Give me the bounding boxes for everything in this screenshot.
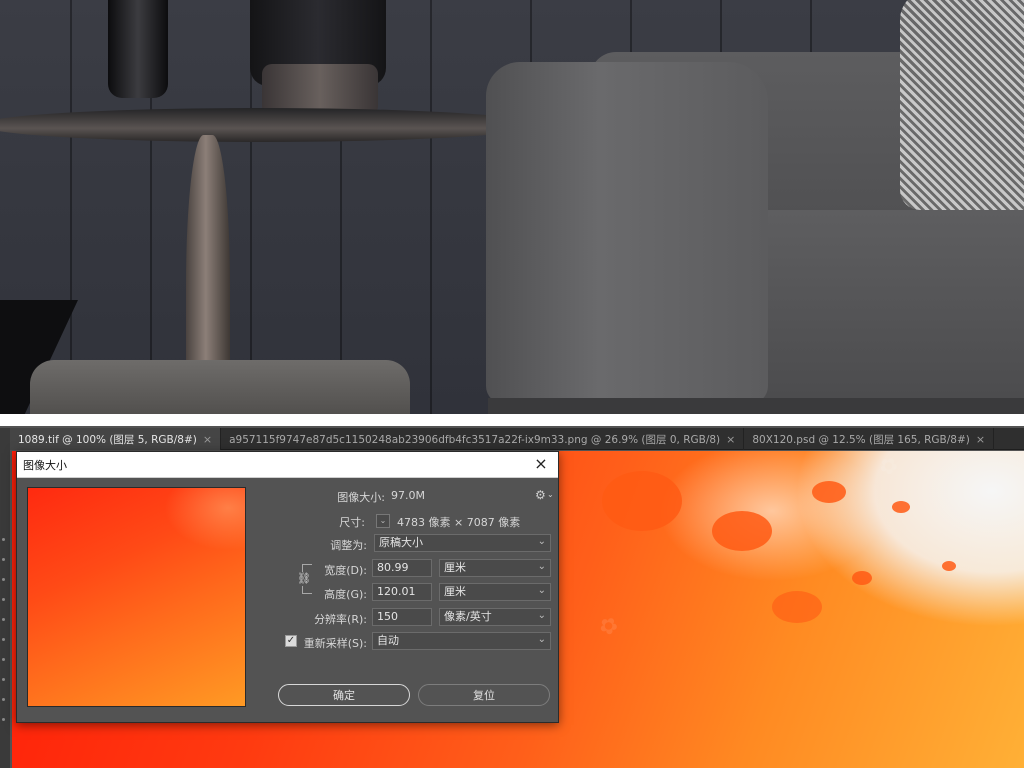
- dimensions-label: 尺寸:: [339, 516, 365, 529]
- dimensions-unit-dropdown[interactable]: ⌄: [376, 514, 390, 528]
- resample-select[interactable]: 自动 ⌄: [372, 632, 551, 650]
- height-unit-select[interactable]: 厘米 ⌄: [439, 583, 551, 601]
- dimensions-value: 4783 像素 × 7087 像素: [397, 516, 521, 529]
- separator-strip: [0, 414, 1024, 426]
- paint-splatter: [852, 571, 872, 585]
- tool-dot: [2, 538, 5, 541]
- sofa-base: [488, 398, 1024, 414]
- ottoman: [30, 360, 410, 414]
- tool-dot: [2, 598, 5, 601]
- paint-splatter: [892, 501, 910, 513]
- paint-splatter: [712, 511, 772, 551]
- tab-close-icon[interactable]: ×: [976, 433, 985, 446]
- wall-slat: [430, 0, 432, 414]
- width-label: 宽度(D):: [324, 564, 367, 577]
- resample-label: 重新采样(S):: [303, 637, 367, 650]
- document-tab[interactable]: 80X120.psd @ 12.5% (图层 165, RGB/8#) ×: [744, 428, 995, 450]
- tool-dot: [2, 698, 5, 701]
- chevron-down-icon[interactable]: ⌄: [547, 490, 554, 499]
- width-input[interactable]: 80.99: [372, 559, 432, 577]
- width-unit-select[interactable]: 厘米 ⌄: [439, 559, 551, 577]
- image-size-dialog: 图像大小 × 图像大小: 97.0M ⚙ ⌄ 尺寸: ⌄ 4783 像素 × 7…: [16, 451, 559, 723]
- tool-dot: [2, 618, 5, 621]
- dialog-title-bar[interactable]: 图像大小 ×: [17, 452, 558, 478]
- resolution-label: 分辨率(R):: [314, 613, 367, 626]
- chevron-down-icon: ⌄: [537, 536, 546, 547]
- paint-splatter: [602, 471, 682, 531]
- height-input[interactable]: 120.01: [372, 583, 432, 601]
- ok-button[interactable]: 确定: [278, 684, 410, 706]
- tools-panel-edge[interactable]: [0, 428, 10, 768]
- tool-dot: [2, 638, 5, 641]
- gear-icon[interactable]: ⚙: [535, 488, 546, 502]
- fit-to-label: 调整为:: [330, 539, 367, 552]
- document-tab-bar: 1089.tif @ 100% (图层 5, RGB/8#) × a957115…: [10, 428, 1024, 450]
- image-size-label: 图像大小:: [337, 491, 385, 504]
- sofa-arm: [486, 62, 768, 404]
- chevron-down-icon: ⌄: [537, 610, 546, 621]
- height-label: 高度(G):: [324, 588, 367, 601]
- paint-splatter: [942, 561, 956, 571]
- resolution-input[interactable]: 150: [372, 608, 432, 626]
- tool-dot: [2, 558, 5, 561]
- fit-to-value: 原稿大小: [379, 536, 423, 549]
- woven-pillow: [900, 0, 1024, 210]
- chevron-down-icon: ⌄: [537, 585, 546, 596]
- tab-close-icon[interactable]: ×: [726, 433, 735, 446]
- document-tab[interactable]: a957115f9747e87d5c1150248ab23906dfb4fc35…: [221, 428, 745, 450]
- close-icon[interactable]: ×: [532, 455, 550, 473]
- tool-dot: [2, 718, 5, 721]
- resolution-unit-select[interactable]: 像素/英寸 ⌄: [439, 608, 551, 626]
- height-unit-value: 厘米: [444, 585, 466, 598]
- tool-dot: [2, 658, 5, 661]
- reset-button[interactable]: 复位: [418, 684, 550, 706]
- image-preview[interactable]: [27, 487, 246, 707]
- tab-close-icon[interactable]: ×: [203, 433, 212, 446]
- dialog-title: 图像大小: [23, 458, 67, 472]
- tab-label: 80X120.psd @ 12.5% (图层 165, RGB/8#): [752, 433, 970, 446]
- paint-splatter: [812, 481, 846, 503]
- resolution-unit-value: 像素/英寸: [444, 610, 492, 623]
- width-unit-value: 厘米: [444, 561, 466, 574]
- wall-slat: [70, 0, 72, 414]
- side-table-top: [0, 108, 540, 142]
- chevron-down-icon: ⌄: [537, 634, 546, 645]
- resample-value: 自动: [377, 634, 399, 647]
- document-tab[interactable]: 1089.tif @ 100% (图层 5, RGB/8#) ×: [10, 428, 222, 450]
- tab-label: a957115f9747e87d5c1150248ab23906dfb4fc35…: [229, 433, 721, 446]
- side-table-stem: [186, 135, 230, 385]
- chevron-down-icon: ⌄: [537, 561, 546, 572]
- tool-dot: [2, 578, 5, 581]
- background-photo: [0, 0, 1024, 414]
- tool-dot: [2, 678, 5, 681]
- image-size-value: 97.0M: [391, 489, 425, 502]
- paint-splatter: [772, 591, 822, 623]
- fit-to-select[interactable]: 原稿大小 ⌄: [374, 534, 551, 552]
- tab-label: 1089.tif @ 100% (图层 5, RGB/8#): [18, 433, 197, 446]
- black-vase: [108, 0, 168, 98]
